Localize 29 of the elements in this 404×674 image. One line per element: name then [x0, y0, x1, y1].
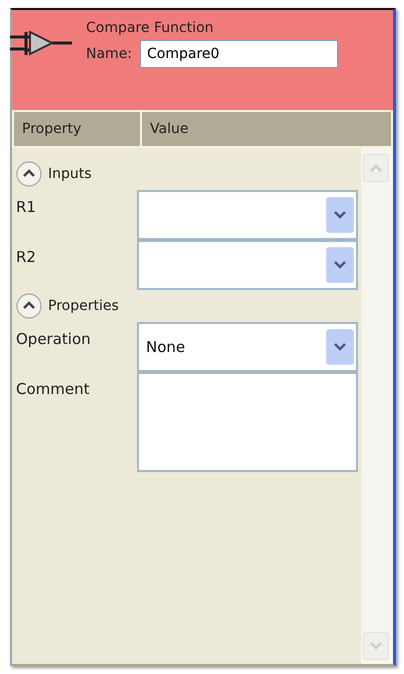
- collapse-icon: [16, 161, 42, 187]
- property-label: Comment: [16, 379, 90, 400]
- column-header[interactable]: Value: [142, 112, 391, 146]
- section-header[interactable]: Properties: [16, 290, 358, 322]
- property-label: R1: [16, 197, 37, 218]
- component-title: Compare Function: [86, 20, 215, 36]
- property-label: R2: [16, 247, 37, 268]
- scroll-up-button[interactable]: [363, 154, 389, 182]
- chevron-down-icon: [333, 342, 347, 352]
- dropdown-button[interactable]: [326, 197, 354, 233]
- name-label: Name:: [86, 46, 132, 62]
- property-label: Operation: [16, 329, 92, 350]
- dropdown-field[interactable]: [137, 190, 358, 240]
- scrollbar[interactable]: [361, 148, 393, 664]
- chevron-down-icon: [369, 641, 383, 651]
- chevron-down-icon: [333, 260, 347, 270]
- dropdown-button[interactable]: [326, 247, 354, 283]
- chevron-up-icon: [369, 163, 383, 173]
- section-header[interactable]: Inputs: [16, 158, 358, 190]
- dropdown-button[interactable]: [326, 329, 354, 365]
- dropdown-value: None: [145, 338, 186, 356]
- collapse-icon: [16, 293, 42, 319]
- dropdown-field[interactable]: None: [137, 322, 358, 372]
- comment-field[interactable]: [137, 372, 358, 472]
- dropdown-field[interactable]: [137, 240, 358, 290]
- chevron-down-icon: [333, 210, 347, 220]
- column-header[interactable]: Property: [14, 112, 140, 146]
- name-field[interactable]: Compare0: [140, 40, 338, 68]
- scroll-down-button[interactable]: [363, 632, 389, 660]
